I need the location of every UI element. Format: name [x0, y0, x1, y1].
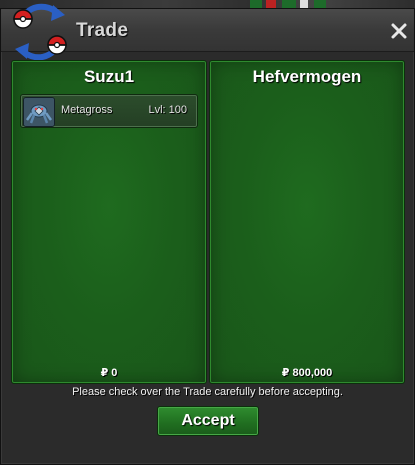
trade-swap-logo-icon: [13, 3, 67, 61]
trade-warning-text: Please check over the Trade carefully be…: [72, 386, 343, 398]
pokemon-name: Metagross: [61, 104, 113, 116]
pokemon-level: Lvl: 100: [148, 104, 187, 116]
close-icon[interactable]: [390, 22, 408, 40]
metagross-sprite-icon: [23, 97, 55, 127]
my-trainer-name: Suzu1: [83, 67, 135, 86]
my-offer-panel: Suzu1 Metagross Lvl: 100 ₽ 0: [11, 60, 207, 384]
offered-pokemon-slot[interactable]: Metagross Lvl: 100: [20, 94, 198, 128]
partner-trainer-name: Hefvermogen: [252, 67, 362, 86]
accept-button[interactable]: Accept: [157, 406, 259, 436]
window-title: Trade: [76, 20, 129, 41]
title-bar[interactable]: Trade: [1, 3, 414, 61]
partner-offer-panel: Hefvermogen ₽ 800,000: [209, 60, 405, 384]
partner-money-offer: ₽ 800,000: [281, 367, 333, 379]
my-money-offer: ₽ 0: [100, 367, 118, 379]
trade-window: Trade Suzu1 Metagross Lvl: 100 ₽ 0 Hefve…: [0, 3, 415, 465]
